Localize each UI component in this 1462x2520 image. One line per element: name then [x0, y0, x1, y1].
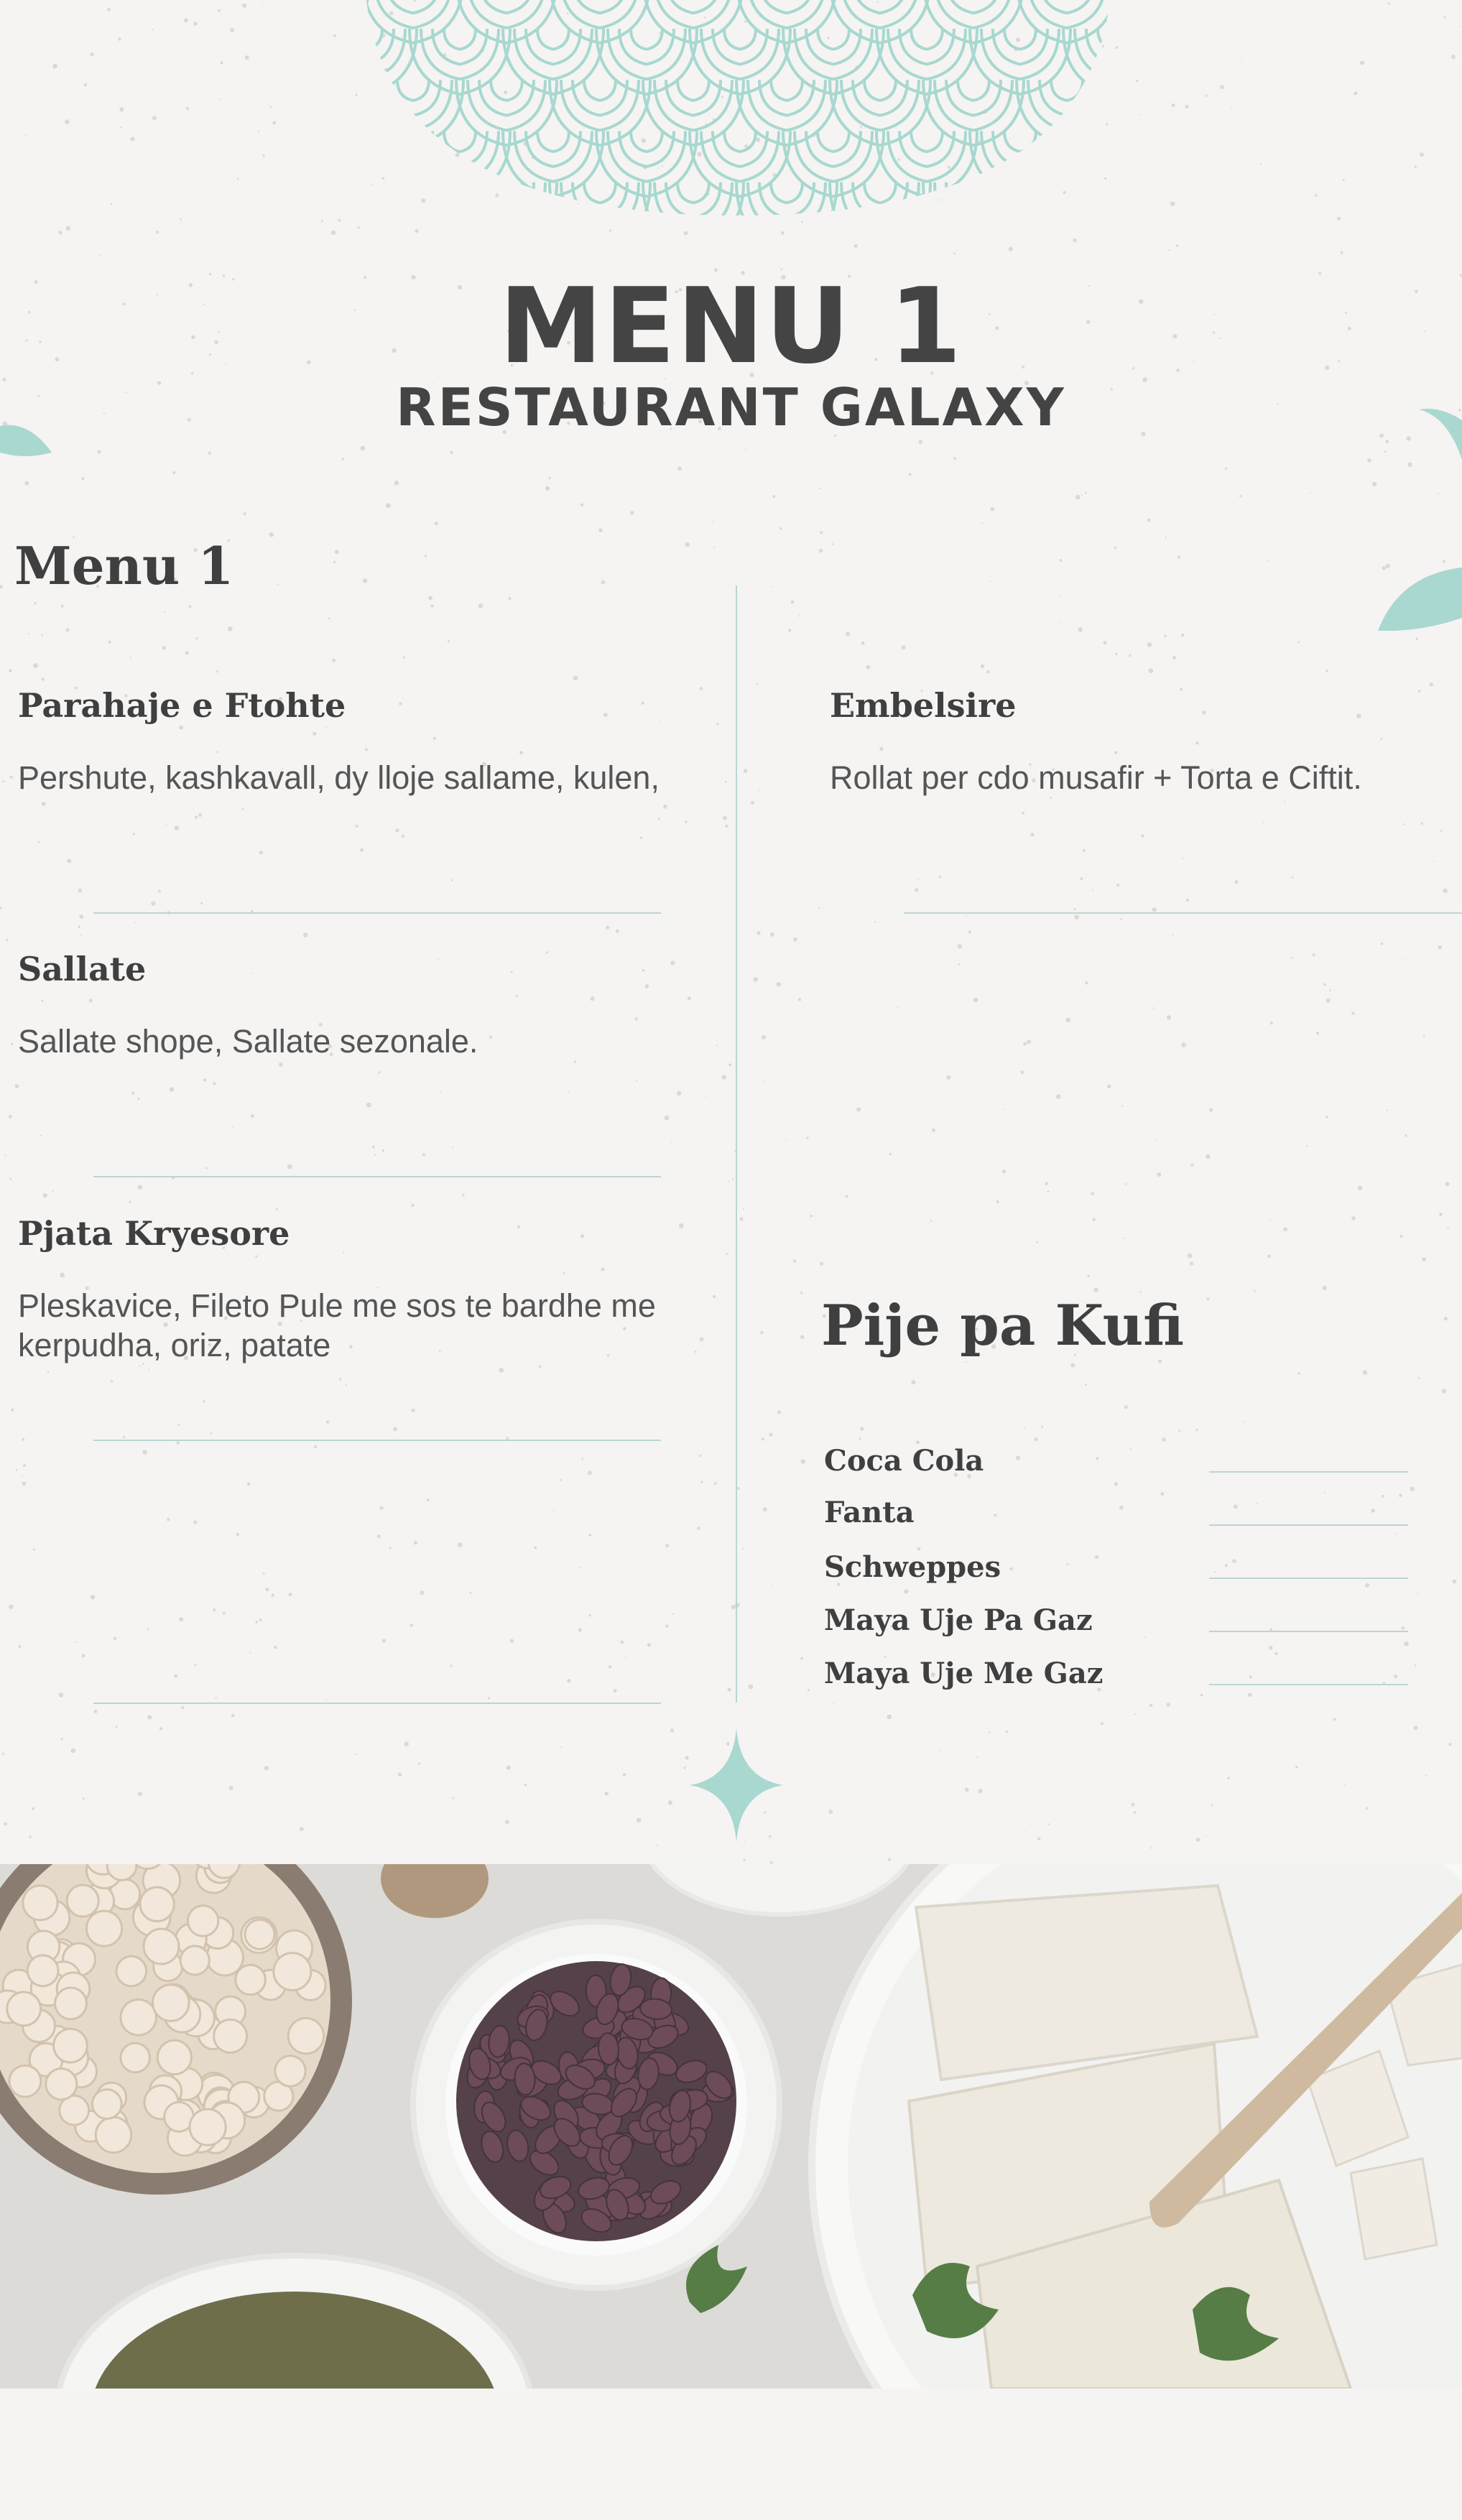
menu-item-name: Sallate: [18, 950, 147, 988]
drink-line: [1209, 1684, 1408, 1685]
food-photo: [0, 1864, 1462, 2389]
drink-item: Fanta: [824, 1496, 915, 1529]
menu-item-name: Parahaje e Ftohte: [18, 686, 346, 725]
item-divider: [93, 1440, 661, 1441]
drink-line: [1209, 1524, 1408, 1526]
drink-item: Schweppes: [824, 1550, 1001, 1584]
drink-item: Coca Cola: [824, 1444, 984, 1478]
scallop-pattern-ornament: [366, 0, 1110, 216]
menu-item-description: Rollat per cdo musafir + Torta e Ciftit.: [830, 759, 1362, 796]
drink-item: Maya Uje Pa Gaz: [824, 1603, 1093, 1637]
menu-item-name: Embelsire: [830, 686, 1017, 725]
sparkle-star-icon: [690, 1728, 783, 1843]
item-divider: [93, 1176, 661, 1177]
drink-line: [1209, 1471, 1408, 1473]
menu-item-name: Pjata Kryesore: [18, 1214, 290, 1253]
leaf-icon: [1378, 568, 1462, 631]
item-divider: [93, 1703, 661, 1704]
drink-line: [1209, 1631, 1408, 1632]
column-divider: [736, 585, 737, 1703]
menu-item-description: Sallate shope, Sallate sezonale.: [18, 1023, 478, 1060]
page-title: MENU 1: [499, 266, 963, 387]
drinks-heading: Pije pa Kufi: [821, 1293, 1185, 1358]
item-divider: [904, 912, 1462, 914]
menu-page: MENU 1 RESTAURANT GALAXY Menu 1 Parahaje…: [0, 0, 1462, 2520]
menu-item-description: Pleskavice, Fileto Pule me sos te bardhe…: [18, 1287, 656, 1363]
menu-heading: Menu 1: [14, 535, 234, 596]
drink-item: Maya Uje Me Gaz: [824, 1657, 1104, 1690]
food-illustration: [0, 1864, 1462, 2389]
drink-line: [1209, 1578, 1408, 1579]
item-divider: [93, 912, 661, 914]
restaurant-name: RESTAURANT GALAXY: [396, 377, 1066, 437]
menu-item-description: Pershute, kashkavall, dy lloje sallame, …: [18, 759, 660, 796]
